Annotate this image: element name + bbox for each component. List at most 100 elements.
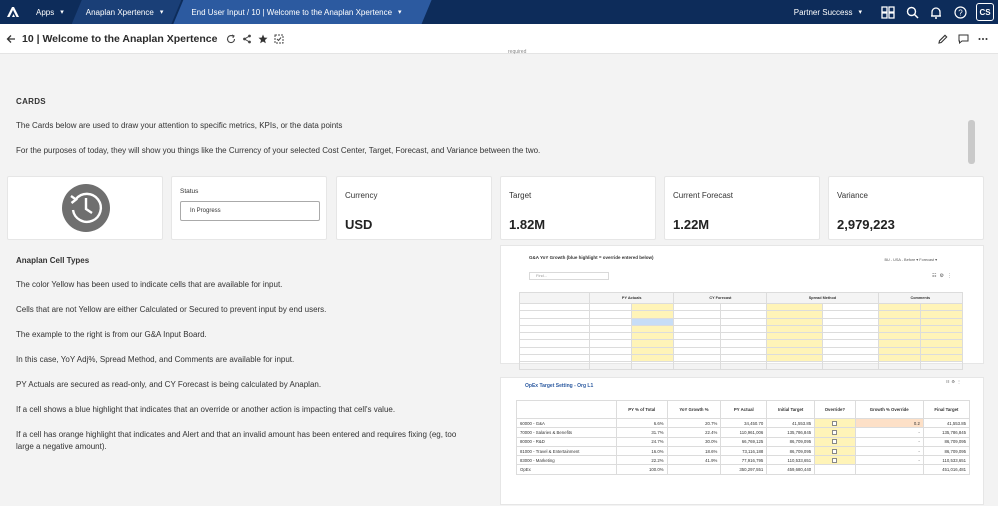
cell bbox=[666, 464, 722, 475]
row-name: 60000 - G&A bbox=[516, 417, 617, 429]
row-name: 81000 - Travel & Entertainment bbox=[516, 445, 617, 457]
mini-grid-toolbar-icons: ☷⚙⋮ bbox=[932, 273, 955, 279]
mini-grid-filters: BU - USA - Before ▾ Forecast ▾ bbox=[884, 258, 937, 262]
opex-grid-header bbox=[516, 400, 617, 419]
mini-grid-header: CY Forecast bbox=[673, 292, 768, 304]
refresh-icon[interactable] bbox=[224, 32, 238, 46]
notification-bell-icon[interactable] bbox=[924, 0, 948, 24]
favorite-star-icon[interactable] bbox=[256, 32, 270, 46]
cards-heading: CARDS bbox=[16, 97, 46, 106]
opex-target-setting-image: OpEx Target Setting - Org L1 ☷⚙⋮ PY % of… bbox=[500, 377, 984, 505]
cell bbox=[814, 464, 856, 475]
ga-input-board-image: G&A YoY Growth (blue highlight = overrid… bbox=[500, 245, 984, 370]
edit-pencil-icon[interactable] bbox=[936, 32, 950, 46]
cell: 100.0% bbox=[616, 464, 668, 475]
table-row bbox=[519, 317, 964, 326]
cell: 31.7% bbox=[616, 427, 668, 438]
help-icon[interactable]: ? bbox=[948, 0, 972, 24]
opex-grid-header: Growth % Override bbox=[854, 400, 924, 419]
table-row bbox=[519, 339, 964, 348]
cell: - bbox=[854, 427, 924, 438]
row-name: 83000 - Marketing bbox=[516, 455, 617, 466]
table-row bbox=[519, 310, 964, 319]
override-checkbox bbox=[814, 436, 856, 447]
variance-value: 2,979,223 bbox=[837, 217, 895, 232]
cell: 350,297,551 bbox=[720, 464, 768, 475]
svg-text:?: ? bbox=[958, 8, 963, 17]
apps-menu[interactable]: Apps ▾ bbox=[26, 0, 76, 24]
cell: 77,916,795 bbox=[720, 455, 768, 466]
publish-icon[interactable] bbox=[272, 32, 286, 46]
cell-types-line: If a cell has orange highlight that indi… bbox=[16, 430, 457, 439]
opex-grid-header: Initial Target bbox=[766, 400, 816, 419]
currency-label: Currency bbox=[345, 191, 378, 200]
cell: 41,553.85 bbox=[922, 417, 971, 429]
target-label: Target bbox=[509, 191, 532, 200]
mini-grid-header: Spread Method bbox=[766, 292, 879, 304]
opex-grid-toolbar-icons: ☷⚙⋮ bbox=[945, 379, 963, 384]
cell: 18.6% bbox=[666, 445, 722, 457]
opex-grid-header: YoY Growth % bbox=[666, 400, 722, 419]
chevron-down-icon: ▾ bbox=[60, 9, 64, 16]
target-card: Target 1.82M bbox=[500, 176, 656, 240]
table-row: 81000 - Travel & Entertainment 16.0% 18.… bbox=[516, 445, 971, 457]
comments-icon[interactable] bbox=[956, 32, 970, 46]
apps-label: Apps bbox=[36, 7, 55, 17]
page-title: 10 | Welcome to the Anaplan Xpertence bbox=[22, 32, 218, 45]
cell: 86,709,095 bbox=[766, 445, 816, 457]
cards-description-2: For the purposes of today, they will sho… bbox=[16, 146, 541, 155]
model-switch-icon[interactable] bbox=[876, 0, 900, 24]
cell: 34,450.70 bbox=[720, 417, 768, 429]
table-row bbox=[519, 324, 964, 334]
cell: - bbox=[854, 436, 924, 447]
cell-types-line: The color Yellow has been used to indica… bbox=[16, 280, 283, 289]
cell-types-line: large a negative amount). bbox=[16, 442, 107, 451]
search-icon[interactable] bbox=[900, 0, 924, 24]
cell: 110,533,651 bbox=[766, 455, 816, 466]
cell: 16.0% bbox=[616, 445, 668, 457]
cell: 30.0% bbox=[666, 436, 722, 447]
table-row bbox=[519, 346, 964, 356]
cell-types-line: Cells that are not Yellow are either Cal… bbox=[16, 305, 327, 314]
cell: 135,786,845 bbox=[922, 427, 971, 438]
variance-card: Variance 2,979,223 bbox=[828, 176, 984, 240]
row-name: 70000 - Salaries & Benefits bbox=[516, 427, 617, 438]
mini-grid-title: G&A YoY Growth (blue highlight = overrid… bbox=[529, 255, 654, 260]
opex-grid-header: Final Target bbox=[922, 400, 971, 419]
table-row: 60000 - G&A 6.6% 20.7% 34,450.70 41,553.… bbox=[516, 417, 971, 429]
table-row: 70000 - Salaries & Benefits 31.7% 22.4% … bbox=[516, 427, 971, 438]
back-arrow-icon[interactable] bbox=[0, 34, 22, 44]
cell-types-line: PY Actuals are secured as read-only, and… bbox=[16, 380, 322, 389]
clock-progress-icon bbox=[62, 184, 110, 237]
cell: 110,961,006 bbox=[720, 427, 768, 438]
status-field[interactable]: In Progress bbox=[180, 201, 320, 221]
workspace-menu[interactable]: Anaplan Xpertence ▾ bbox=[72, 0, 182, 24]
cell: 110,533,651 bbox=[922, 455, 971, 466]
page-breadcrumb-label: End User Input / 10 | Welcome to the Ana… bbox=[191, 7, 393, 17]
workspace-label: Anaplan Xpertence bbox=[85, 7, 154, 17]
cell: 0.2 bbox=[854, 417, 924, 429]
cell bbox=[854, 464, 924, 475]
cell: 135,786,845 bbox=[766, 427, 816, 438]
table-row bbox=[519, 302, 964, 312]
table-row: 80000 - R&D 24.7% 30.0% 66,769,125 86,70… bbox=[516, 436, 971, 447]
cell: 6.6% bbox=[616, 417, 668, 429]
chevron-down-icon: ▾ bbox=[398, 9, 402, 16]
chevron-down-icon: ▾ bbox=[858, 9, 862, 16]
user-avatar[interactable]: CS bbox=[976, 3, 994, 21]
anaplan-logo-icon[interactable] bbox=[0, 0, 26, 24]
scrollbar-thumb[interactable] bbox=[968, 120, 975, 164]
more-options-icon[interactable] bbox=[976, 32, 990, 46]
cell-types-line: If a cell shows a blue highlight that in… bbox=[16, 405, 396, 414]
table-row bbox=[519, 332, 964, 341]
row-name: 80000 - R&D bbox=[516, 436, 617, 447]
partner-success-menu[interactable]: Partner Success ▾ bbox=[794, 8, 862, 17]
override-checkbox bbox=[814, 427, 856, 438]
target-value: 1.82M bbox=[509, 217, 546, 232]
page-menu[interactable]: End User Input / 10 | Welcome to the Ana… bbox=[173, 0, 431, 24]
cell: 66,769,125 bbox=[720, 436, 768, 447]
chevron-down-icon: ▾ bbox=[159, 9, 164, 16]
mini-grid-table: PY Actuals CY Forecast Spread Method Com… bbox=[519, 292, 964, 370]
share-icon[interactable] bbox=[240, 32, 254, 46]
forecast-label: Current Forecast bbox=[673, 191, 734, 200]
